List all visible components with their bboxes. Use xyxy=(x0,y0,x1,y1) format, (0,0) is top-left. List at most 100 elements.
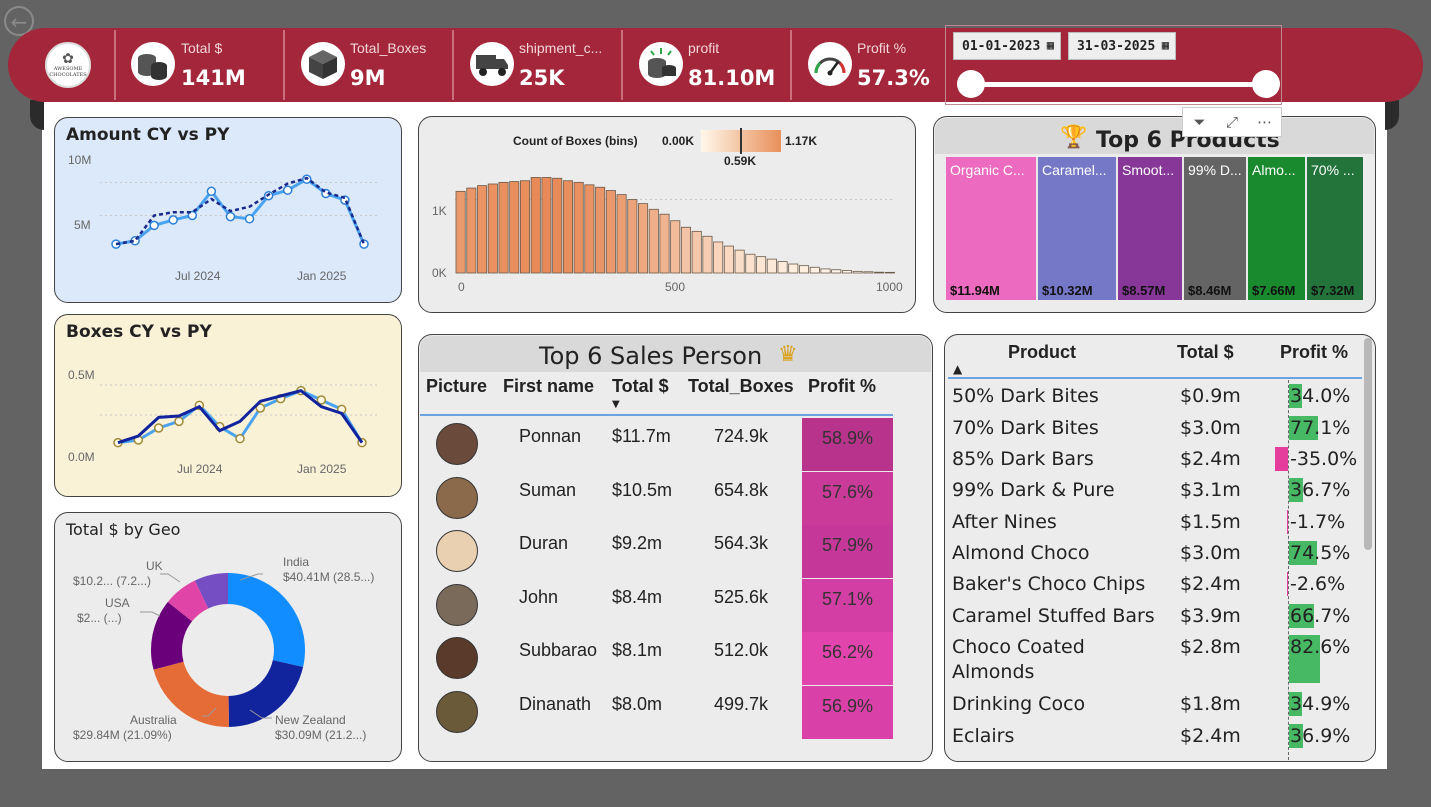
filter-icon[interactable]: ⏷ xyxy=(1183,108,1216,136)
back-arrow-icon: ← xyxy=(10,10,28,34)
crown-icon: ♛ xyxy=(778,342,798,367)
sales-profit-pct: 56.2% xyxy=(802,632,893,686)
kpi-label-profit: profit xyxy=(688,40,720,56)
histogram-bar xyxy=(777,261,788,274)
y-tick: 0.0M xyxy=(68,450,95,464)
product-name: Almond Choco xyxy=(952,542,1090,564)
x-tick: Jul 2024 xyxy=(175,269,221,283)
date-slider-end-handle[interactable] xyxy=(1252,70,1280,98)
geo-leader-lines xyxy=(140,573,272,719)
date-slider-track[interactable] xyxy=(968,82,1266,87)
product-profit-pct: 34.9% xyxy=(1290,693,1351,715)
product-tile-name: Organic C... xyxy=(950,162,1025,178)
col-header-first-name[interactable]: First name xyxy=(503,376,594,397)
col-header-product-profit[interactable]: Profit % xyxy=(1280,342,1348,363)
histogram-bar xyxy=(562,180,573,274)
kpi-divider xyxy=(114,30,116,100)
profit-bar-negative xyxy=(1287,572,1288,596)
product-profit-pct: 82.6% xyxy=(1290,636,1351,658)
data-point xyxy=(168,215,178,225)
histogram-legend-max: 1.17K xyxy=(785,134,818,148)
histogram-bar xyxy=(616,194,627,274)
scrollbar-thumb[interactable] xyxy=(1364,338,1372,550)
sales-person-avatar xyxy=(436,530,478,573)
histogram-legend-mid: 0.59K xyxy=(724,154,757,168)
product-tile[interactable]: Almo... $7.66M xyxy=(1248,157,1307,300)
product-tile[interactable]: Smoot... $8.57M xyxy=(1118,157,1184,300)
histogram-scale-marker xyxy=(740,128,742,154)
sales-boxes: 525.6k xyxy=(714,586,769,607)
histogram-chart xyxy=(455,177,895,274)
histogram-legend-min: 0.00K xyxy=(662,134,695,148)
sales-total: $8.1m xyxy=(612,640,663,661)
data-point xyxy=(235,433,245,444)
col-header-product-total[interactable]: Total $ xyxy=(1177,342,1234,363)
histogram-bar xyxy=(788,263,799,274)
trophy-icon: 🏆 xyxy=(1060,125,1088,150)
col-header-boxes[interactable]: Total_Boxes xyxy=(688,376,794,397)
data-point xyxy=(149,220,159,231)
product-total: $2.4m xyxy=(1180,448,1241,470)
histogram-bar xyxy=(799,265,810,274)
kpi-divider xyxy=(452,30,454,100)
sales-boxes: 499.7k xyxy=(714,694,769,714)
sort-desc-icon[interactable]: ▼ xyxy=(612,399,620,410)
date-to-input[interactable]: 31-03-2025 ▦ xyxy=(1068,32,1176,60)
product-profit-pct: -1.7% xyxy=(1290,511,1346,533)
product-total: $3.1m xyxy=(1180,479,1241,501)
product-tile-value: $8.46M xyxy=(1188,283,1232,298)
product-tile[interactable]: 70% ... $7.32M xyxy=(1307,157,1363,300)
x-tick: Jul 2024 xyxy=(177,462,223,476)
col-header-profit-pct[interactable]: Profit % xyxy=(808,376,876,397)
product-tile-name: Almo... xyxy=(1252,162,1296,178)
sales-total: $8.0m xyxy=(612,694,663,714)
header-underline xyxy=(420,414,893,416)
header-band-tail-left xyxy=(30,100,44,130)
date-to-value: 31-03-2025 xyxy=(1077,39,1156,54)
sales-total: $10.5m xyxy=(612,479,673,500)
product-tile-value: $7.32M xyxy=(1311,283,1355,298)
col-header-picture[interactable]: Picture xyxy=(426,376,487,397)
product-tile[interactable]: 99% D... $8.46M xyxy=(1184,157,1248,300)
histogram-legend-title: Count of Boxes (bins) xyxy=(513,134,638,148)
product-tile[interactable]: Organic C... $11.94M xyxy=(946,157,1038,300)
calendar-icon[interactable]: ▦ xyxy=(1162,38,1169,52)
x-tick: Jan 2025 xyxy=(297,462,347,476)
y-tick: 1K xyxy=(432,204,447,218)
product-name: Baker's Choco Chips xyxy=(952,573,1146,595)
sales-person-avatar xyxy=(436,583,478,626)
product-total: $1.5m xyxy=(1180,511,1241,533)
calendar-icon[interactable]: ▦ xyxy=(1047,38,1054,52)
product-tile-name: Smoot... xyxy=(1122,162,1175,178)
date-slider-start-handle[interactable] xyxy=(957,70,985,98)
sort-asc-icon[interactable]: ▲ xyxy=(953,362,962,376)
date-from-input[interactable]: 01-01-2023 ▦ xyxy=(953,32,1061,60)
col-header-product[interactable]: Product xyxy=(1008,342,1076,363)
histogram-bar xyxy=(487,183,498,274)
product-tile-value: $7.66M xyxy=(1252,283,1296,298)
product-name: After Nines xyxy=(952,511,1057,533)
product-profit-pct: 36.9% xyxy=(1290,725,1351,747)
visual-header-toolbar: ⏷ ⤢ ⋯ xyxy=(1182,107,1282,137)
focus-mode-icon[interactable]: ⤢ xyxy=(1216,108,1249,136)
col-header-total[interactable]: Total $ xyxy=(612,376,669,397)
geo-chart-title: Total $ by Geo xyxy=(66,520,181,539)
sales-profit-pct: 56.9% xyxy=(802,686,893,739)
kpi-value-boxes: 9M xyxy=(350,66,386,90)
histogram-bar xyxy=(734,249,745,274)
product-total: $2.8m xyxy=(1180,636,1241,658)
histogram-bar xyxy=(455,190,466,274)
histogram-bar xyxy=(884,271,895,274)
sales-first-name: Ponnan xyxy=(519,426,582,446)
kpi-label-shipments: shipment_c... xyxy=(519,40,603,56)
data-point xyxy=(206,186,217,197)
more-options-icon[interactable]: ⋯ xyxy=(1248,108,1281,136)
product-tile[interactable]: Caramel... $10.32M xyxy=(1038,157,1118,300)
profit-bar-negative xyxy=(1287,510,1288,534)
histogram-bar xyxy=(766,258,777,274)
y-tick: 10M xyxy=(68,153,92,167)
boxes-chart-title: Boxes CY vs PY xyxy=(66,322,212,342)
header-band-tail-right xyxy=(1385,100,1399,130)
sales-total: $8.4m xyxy=(612,586,663,607)
kpi-divider xyxy=(621,30,623,100)
